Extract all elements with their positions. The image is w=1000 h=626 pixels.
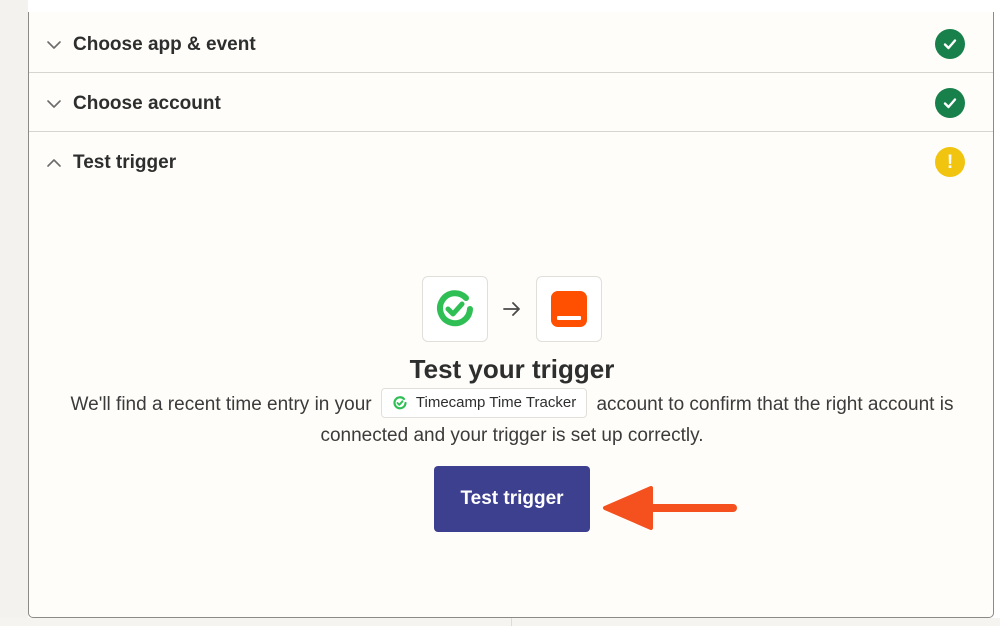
check-circle-icon: [935, 88, 965, 118]
warning-glyph: !: [946, 151, 954, 173]
background-panel-bottom: [0, 618, 1000, 626]
timecamp-logo-icon: [437, 290, 473, 327]
trigger-step-panel: Choose app & event Choose account Test t…: [28, 12, 994, 618]
arrow-right-icon: [503, 302, 520, 316]
step-title: Test trigger: [73, 152, 177, 173]
red-arrow-icon: [603, 486, 737, 530]
app-chip-label: Timecamp Time Tracker: [415, 394, 577, 412]
zapier-app-icon: [551, 291, 587, 327]
test-heading: Test your trigger: [409, 354, 615, 384]
check-circle-icon: [935, 29, 965, 59]
test-trigger-button[interactable]: Test trigger: [434, 466, 590, 532]
chevron-down-icon: [47, 41, 61, 49]
source-app-tile: [422, 276, 488, 342]
step-title: Choose account: [73, 93, 221, 114]
app-chip: Timecamp Time Tracker: [380, 387, 588, 418]
background-divider: [511, 618, 512, 626]
background-panel: [0, 0, 28, 626]
chevron-up-icon: [47, 159, 61, 167]
exclamation-circle-icon: !: [935, 147, 965, 177]
chevron-down-icon: [47, 100, 61, 108]
step-test-trigger[interactable]: Test trigger !: [29, 132, 993, 191]
app-flow: [422, 276, 602, 342]
desc-text-before: We'll find a recent time entry in your: [70, 394, 372, 415]
test-description: We'll find a recent time entry in your T…: [29, 387, 993, 451]
step-choose-account[interactable]: Choose account: [29, 73, 993, 132]
target-app-tile: [536, 276, 602, 342]
step-title: Choose app & event: [73, 34, 256, 55]
step-choose-app-event[interactable]: Choose app & event: [29, 14, 993, 73]
timecamp-logo-icon: [393, 396, 407, 410]
